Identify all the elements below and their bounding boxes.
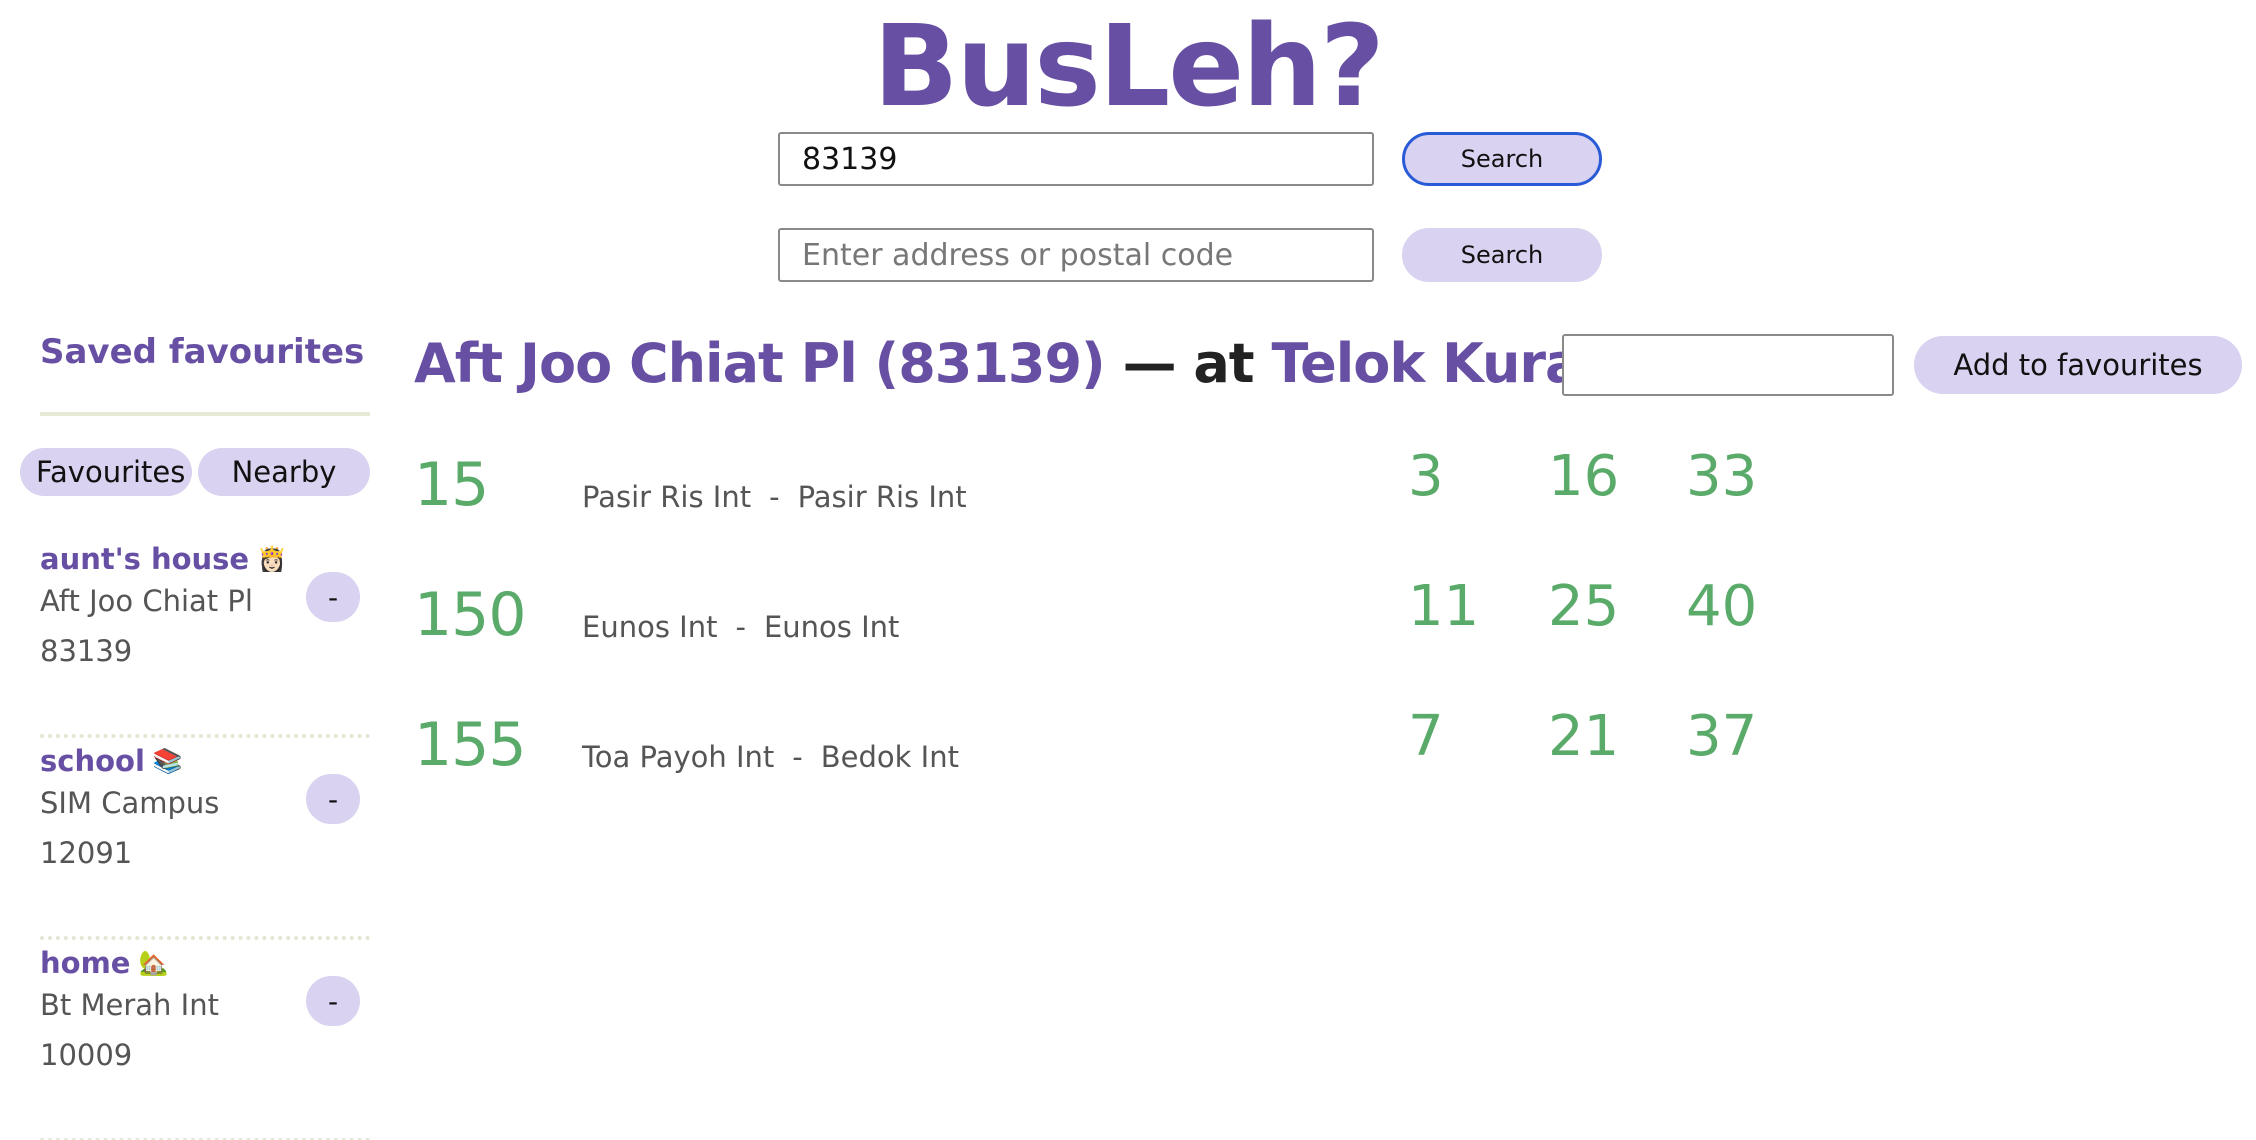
- favourite-item[interactable]: home 🏡 Bt Merah Int 10009 -: [40, 940, 370, 1140]
- route-dash: -: [735, 610, 746, 644]
- route-origin: Eunos Int: [582, 610, 718, 644]
- favourite-stop-code: 12091: [40, 836, 133, 870]
- house-emoji-icon: 🏡: [138, 949, 169, 977]
- arrival-time: 25: [1548, 574, 1620, 639]
- arrival-time: 7: [1408, 704, 1444, 769]
- sidebar-tabs: Favourites Nearby: [20, 448, 376, 496]
- stop-header: Aft Joo Chiat Pl (83139) — at Telok Kura…: [414, 332, 1715, 395]
- route-destination: Pasir Ris Int: [797, 480, 967, 514]
- bus-route: Pasir Ris Int - Pasir Ris Int: [582, 480, 967, 514]
- address-search-row: Search: [778, 228, 1602, 282]
- bus-route: Toa Payoh Int - Bedok Int: [582, 740, 959, 774]
- route-dash: -: [769, 480, 780, 514]
- remove-favourite-button[interactable]: -: [306, 976, 360, 1026]
- favourites-list: aunt's house 👸🏻 Aft Joo Chiat Pl 83139 -…: [20, 536, 376, 1140]
- remove-favourite-button[interactable]: -: [306, 774, 360, 824]
- favourite-name: home: [40, 946, 131, 980]
- books-emoji-icon: 📚: [152, 747, 183, 775]
- arrival-time: 21: [1548, 704, 1620, 769]
- stop-search-button[interactable]: Search: [1402, 132, 1602, 186]
- stop-name: Aft Joo Chiat Pl (83139): [414, 332, 1106, 395]
- bus-number: 155: [414, 710, 527, 780]
- arrival-time: 40: [1686, 574, 1758, 639]
- app-title: BusLeh?: [873, 2, 1385, 132]
- route-destination: Bedok Int: [820, 740, 959, 774]
- arrival-time: 3: [1408, 444, 1444, 509]
- favourite-item[interactable]: aunt's house 👸🏻 Aft Joo Chiat Pl 83139 -: [40, 536, 370, 738]
- route-destination: Eunos Int: [763, 610, 900, 644]
- tab-nearby[interactable]: Nearby: [198, 448, 370, 496]
- arrival-time: 37: [1686, 704, 1758, 769]
- bus-row: 150 Eunos Int - Eunos Int 11 25 40: [414, 574, 1814, 710]
- bus-route: Eunos Int - Eunos Int: [582, 610, 899, 644]
- stop-code-input[interactable]: [778, 132, 1374, 186]
- bus-arrivals-list: 15 Pasir Ris Int - Pasir Ris Int 3 16 33 1…: [414, 444, 1814, 840]
- princess-emoji-icon: 👸🏻: [257, 545, 287, 573]
- favourite-stop-code: 83139: [40, 634, 133, 668]
- bus-number: 150: [414, 580, 527, 650]
- favourite-item[interactable]: school 📚 SIM Campus 12091 -: [40, 738, 370, 940]
- bus-row: 15 Pasir Ris Int - Pasir Ris Int 3 16 33: [414, 444, 1814, 580]
- sidebar-divider: [40, 412, 370, 416]
- favourite-stop-code: 10009: [40, 1038, 133, 1072]
- sidebar: Saved favourites Favourites Nearby aunt'…: [20, 322, 376, 1140]
- stop-search-row: Search: [778, 132, 1602, 186]
- route-origin: Pasir Ris Int: [582, 480, 752, 514]
- favourite-name: aunt's house: [40, 542, 250, 576]
- remove-favourite-button[interactable]: -: [306, 572, 360, 622]
- tab-favourites[interactable]: Favourites: [20, 448, 192, 496]
- route-origin: Toa Payoh Int: [582, 740, 775, 774]
- arrival-time: 11: [1408, 574, 1480, 639]
- arrival-time: 16: [1548, 444, 1620, 509]
- favourite-name: school: [40, 744, 145, 778]
- add-to-favourites-button[interactable]: Add to favourites: [1914, 336, 2242, 394]
- arrival-time: 33: [1686, 444, 1758, 509]
- sidebar-title: Saved favourites: [40, 332, 365, 372]
- bus-row: 155 Toa Payoh Int - Bedok Int 7 21 37: [414, 704, 1814, 840]
- favourite-name-input[interactable]: [1562, 334, 1894, 396]
- bus-number: 15: [414, 450, 489, 520]
- address-input[interactable]: [778, 228, 1374, 282]
- route-dash: -: [792, 740, 803, 774]
- stop-separator: — at: [1122, 332, 1255, 395]
- address-search-button[interactable]: Search: [1402, 228, 1602, 282]
